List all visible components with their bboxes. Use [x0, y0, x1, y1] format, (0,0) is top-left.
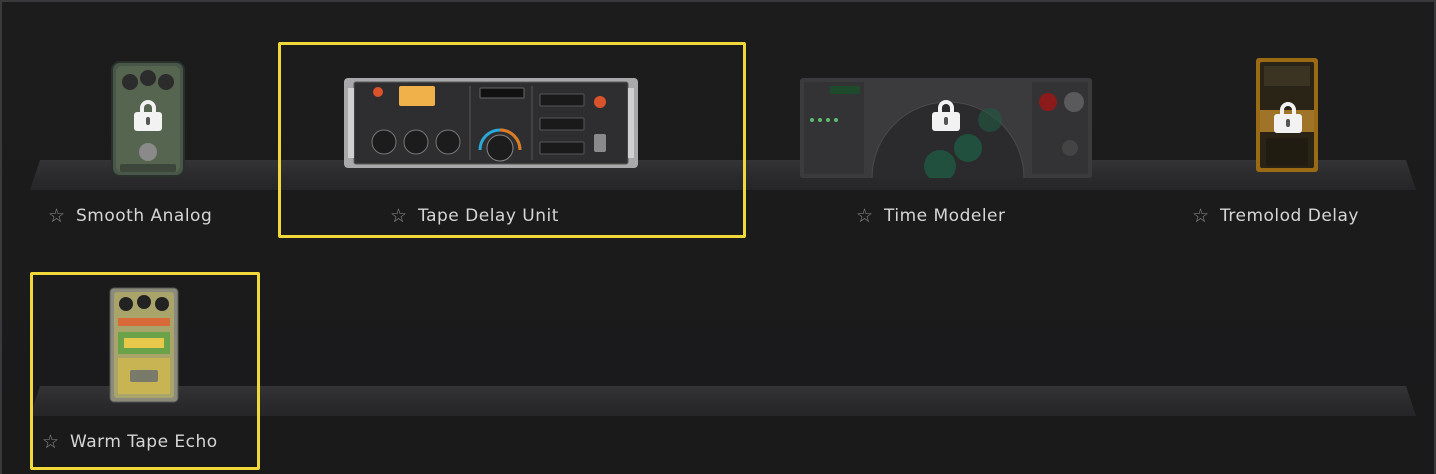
favorite-star-icon[interactable]: ☆: [48, 207, 66, 226]
effect-name: Tremolod Delay: [1220, 206, 1359, 226]
effect-tile-tape-delay-unit[interactable]: ☆ Tape Delay Unit: [278, 42, 746, 238]
effect-name: Time Modeler: [884, 206, 1006, 226]
effect-name: Smooth Analog: [76, 206, 213, 226]
effect-tile-warm-tape-echo[interactable]: ☆ Warm Tape Echo: [30, 272, 260, 470]
lock-icon: [932, 100, 960, 131]
favorite-star-icon[interactable]: ☆: [390, 207, 408, 226]
effect-name: Tape Delay Unit: [418, 206, 559, 226]
favorite-star-icon[interactable]: ☆: [42, 433, 60, 452]
effects-browser: ☆ Smooth Analog ☆ Tape Delay Unit ☆ Time…: [0, 0, 1436, 474]
effect-tile-time-modeler[interactable]: ☆ Time Modeler: [792, 52, 1102, 232]
warm-tape-echo-pedal-image: [109, 287, 179, 403]
lock-icon: [1274, 102, 1302, 133]
effect-name: Warm Tape Echo: [70, 432, 218, 452]
effect-tile-smooth-analog[interactable]: ☆ Smooth Analog: [42, 52, 272, 232]
effect-tile-tremolod-delay[interactable]: ☆ Tremolod Delay: [1182, 52, 1402, 232]
tape-delay-unit-rack-image: [344, 78, 638, 168]
favorite-star-icon[interactable]: ☆: [1192, 207, 1210, 226]
favorite-star-icon[interactable]: ☆: [856, 207, 874, 226]
lock-icon: [134, 100, 162, 131]
